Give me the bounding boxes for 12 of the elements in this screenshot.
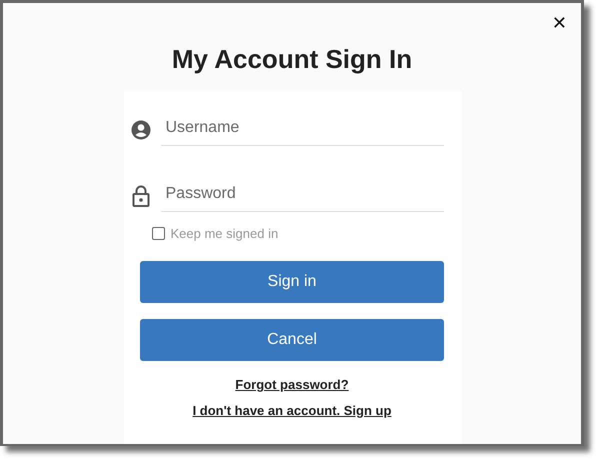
dialog-title: My Account Sign In bbox=[172, 43, 412, 75]
user-icon bbox=[130, 118, 150, 140]
lock-icon bbox=[130, 184, 150, 206]
cancel-button[interactable]: Cancel bbox=[140, 319, 444, 361]
sign-up-link[interactable]: I don't have an account. Sign up bbox=[192, 403, 392, 418]
close-button[interactable]: ✕ bbox=[548, 13, 571, 35]
forgot-password-link[interactable]: Forgot password? bbox=[235, 377, 349, 392]
checkbox[interactable] bbox=[152, 227, 164, 240]
sign-in-button[interactable]: Sign in bbox=[140, 261, 444, 303]
password-field[interactable]: Password bbox=[160, 179, 444, 212]
username-field[interactable]: Username bbox=[160, 113, 444, 146]
checkbox-label: Keep me signed in bbox=[170, 226, 278, 241]
